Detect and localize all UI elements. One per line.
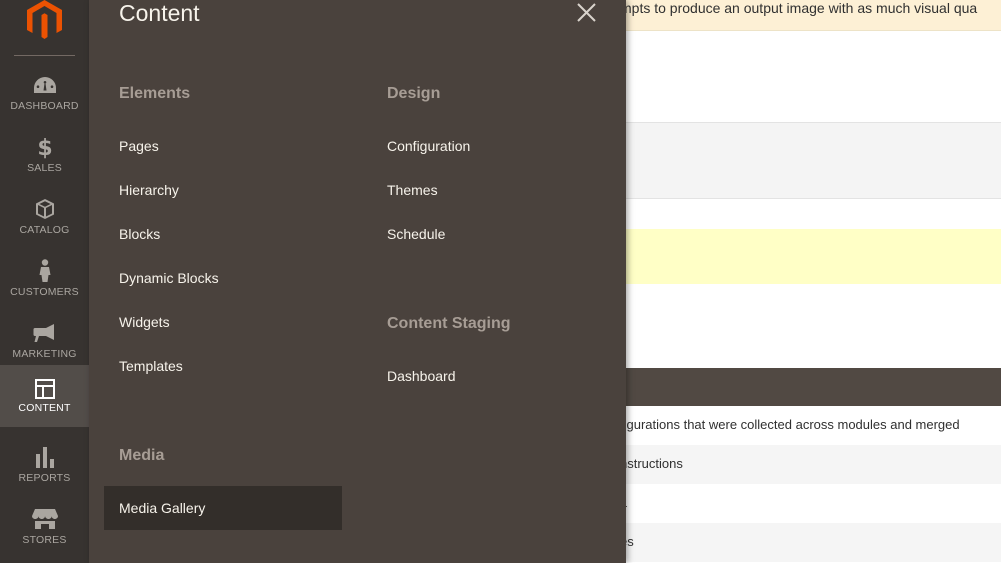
nav-label: CONTENT: [18, 402, 71, 414]
section-title-design: Design: [387, 85, 441, 102]
section-title-media: Media: [119, 447, 165, 464]
logo-divider: [14, 55, 75, 56]
menu-link-dynamic-blocks[interactable]: Dynamic Blocks: [119, 270, 219, 286]
notice-bar: [626, 229, 1001, 284]
nav-item-sales[interactable]: $ SALES: [0, 125, 89, 187]
grid-header: [626, 368, 1001, 406]
nav-label: CATALOG: [19, 224, 70, 236]
dashboard-icon: [0, 72, 89, 98]
admin-sidebar: DASHBOARD $ SALES CATALOG CUSTOMERS MARK…: [0, 0, 89, 563]
table-cell: L: [626, 495, 627, 510]
layout-icon: [0, 376, 89, 402]
nav-label: MARKETING: [12, 348, 77, 360]
nav-item-marketing[interactable]: MARKETING: [0, 311, 89, 373]
nav-label: REPORTS: [18, 472, 71, 484]
menu-link-hierarchy[interactable]: Hierarchy: [119, 182, 179, 198]
table-row[interactable]: es: [626, 523, 1001, 562]
nav-label: DASHBOARD: [10, 100, 79, 112]
nav-label: CUSTOMERS: [10, 286, 79, 298]
table-cell: figurations that were collected across m…: [626, 417, 960, 432]
system-message-bar: mpts to produce an output image with as …: [626, 0, 1001, 31]
nav-item-customers[interactable]: CUSTOMERS: [0, 249, 89, 311]
section-title-elements: Elements: [119, 85, 191, 102]
close-icon[interactable]: [576, 2, 598, 24]
table-row[interactable]: L: [626, 484, 1001, 523]
nav-label: SALES: [27, 162, 62, 174]
menu-link-blocks[interactable]: Blocks: [119, 226, 160, 242]
box-icon: [0, 196, 89, 222]
table-cell: nstructions: [626, 456, 683, 471]
megaphone-icon: [0, 320, 89, 346]
menu-link-pages[interactable]: Pages: [119, 138, 159, 154]
menu-link-widgets[interactable]: Widgets: [119, 314, 170, 330]
submenu-title: Content: [119, 0, 200, 26]
content-submenu-panel: Content Elements Pages Hierarchy Blocks …: [89, 0, 626, 563]
nav-item-dashboard[interactable]: DASHBOARD: [0, 63, 89, 125]
bar-chart-icon: [0, 444, 89, 470]
background-panel: [626, 122, 1001, 199]
menu-link-templates[interactable]: Templates: [119, 358, 183, 374]
nav-item-reports[interactable]: REPORTS: [0, 435, 89, 497]
nav-item-content[interactable]: CONTENT: [0, 365, 89, 427]
table-row[interactable]: figurations that were collected across m…: [626, 406, 1001, 445]
menu-link-schedule[interactable]: Schedule: [387, 226, 445, 242]
menu-link-staging-dashboard[interactable]: Dashboard: [387, 368, 456, 384]
menu-link-media-gallery[interactable]: Media Gallery: [104, 486, 342, 530]
nav-item-catalog[interactable]: CATALOG: [0, 187, 89, 249]
table-cell: es: [626, 534, 634, 549]
menu-link-label: Media Gallery: [119, 500, 206, 516]
menu-link-configuration[interactable]: Configuration: [387, 138, 470, 154]
nav-item-stores[interactable]: STORES: [0, 497, 89, 559]
system-message-text: mpts to produce an output image with as …: [626, 0, 978, 16]
menu-link-themes[interactable]: Themes: [387, 182, 438, 198]
dollar-icon: $: [0, 134, 89, 160]
background-page: mpts to produce an output image with as …: [626, 0, 1001, 563]
table-row[interactable]: nstructions: [626, 445, 1001, 484]
store-icon: [0, 506, 89, 532]
person-icon: [0, 258, 89, 284]
svg-text:$: $: [37, 136, 52, 159]
nav-label: STORES: [22, 534, 67, 546]
magento-logo-icon[interactable]: [0, 0, 89, 56]
section-title-content-staging: Content Staging: [387, 315, 511, 332]
